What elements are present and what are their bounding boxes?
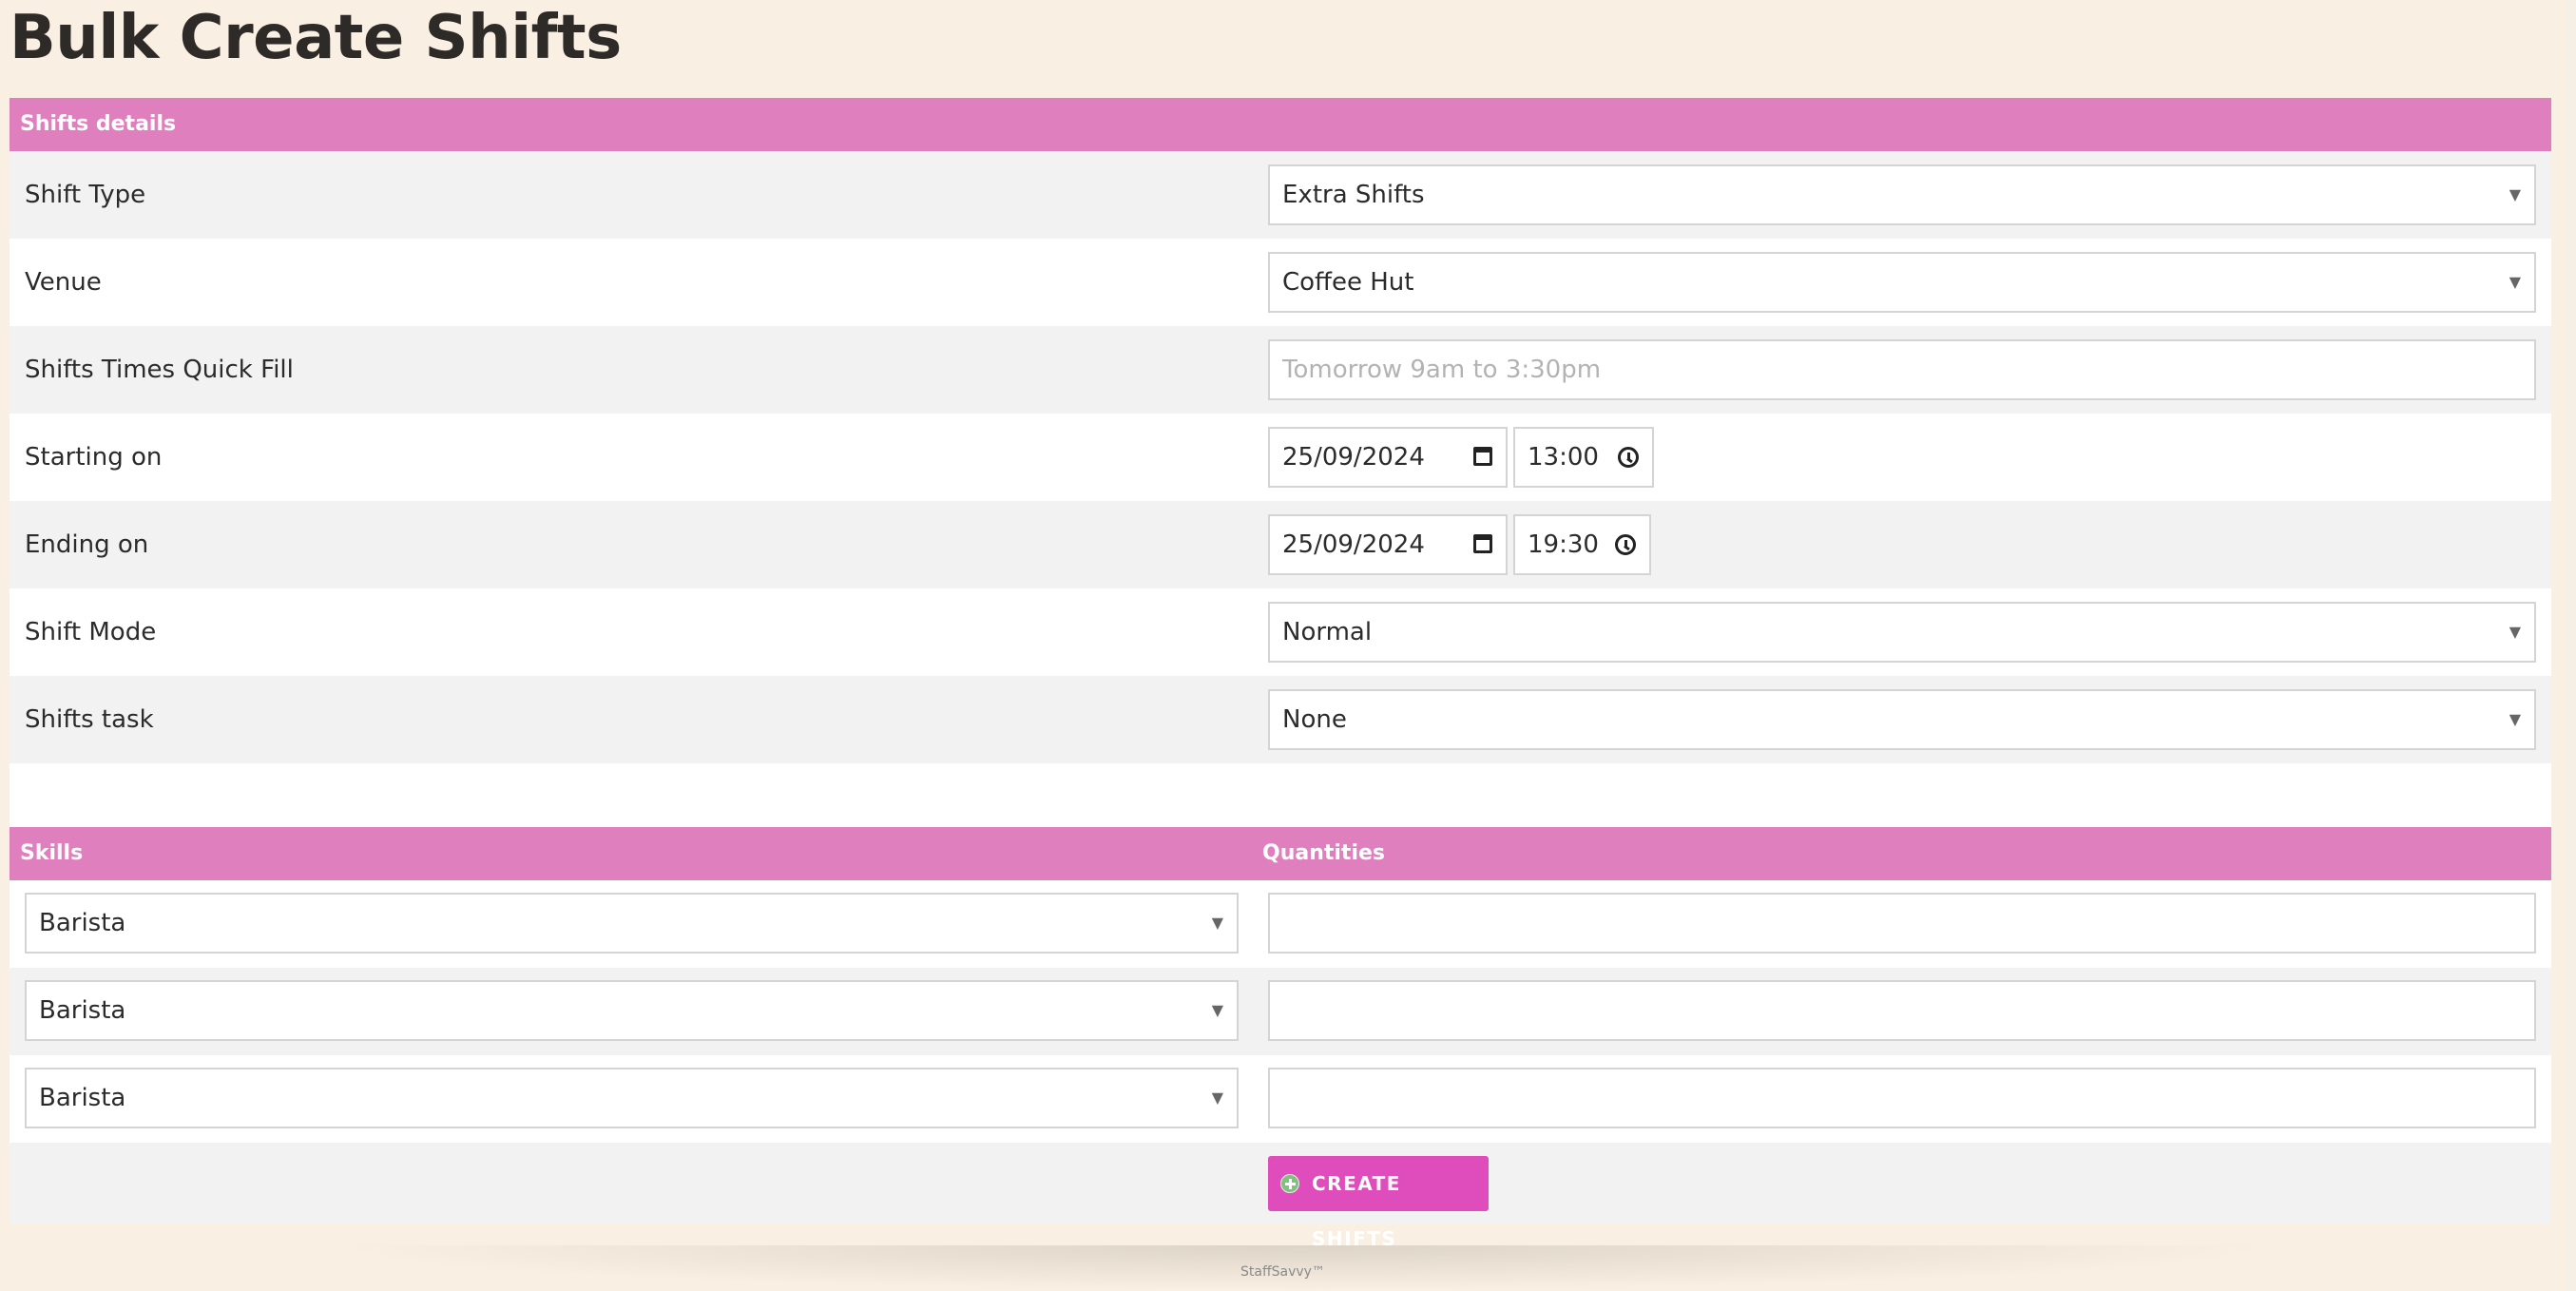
- quantity-input[interactable]: [1268, 893, 2536, 954]
- shift-mode-label: Shift Mode: [25, 618, 157, 646]
- venue-row: Venue Coffee Hut ▼: [10, 239, 2551, 326]
- shifts-task-row: Shifts task None ▼: [10, 676, 2551, 763]
- venue-label: Venue: [25, 268, 102, 297]
- actions-row: CREATE SHIFTS: [10, 1143, 2551, 1250]
- quick-fill-label: Shifts Times Quick Fill: [25, 356, 294, 384]
- create-shifts-label: CREATE SHIFTS: [1312, 1172, 1401, 1250]
- chevron-down-icon: ▼: [1211, 1001, 1223, 1019]
- skill-value: Barista: [39, 909, 126, 937]
- footer-brand: StaffSavvy™: [1240, 1264, 1325, 1280]
- skill-select[interactable]: Barista ▼: [25, 1068, 1239, 1128]
- start-date-value: 25/09/2024: [1282, 443, 1425, 472]
- end-date-value: 25/09/2024: [1282, 530, 1425, 559]
- quick-fill-row: Shifts Times Quick Fill Tomorrow 9am to …: [10, 326, 2551, 414]
- shifts-task-label: Shifts task: [25, 705, 154, 734]
- page-title: Bulk Create Shifts: [10, 3, 622, 73]
- chevron-down-icon: ▼: [2509, 185, 2521, 203]
- shift-type-value: Extra Shifts: [1282, 181, 1425, 209]
- end-time-input[interactable]: 19:30: [1513, 514, 1651, 575]
- shift-details-header-label: Shifts details: [20, 112, 177, 136]
- shift-type-select[interactable]: Extra Shifts ▼: [1268, 164, 2536, 225]
- skill-row: Barista ▼: [10, 880, 2551, 968]
- shift-mode-value: Normal: [1282, 618, 1373, 646]
- shift-mode-select[interactable]: Normal ▼: [1268, 602, 2536, 663]
- quick-fill-placeholder: Tomorrow 9am to 3:30pm: [1282, 356, 1602, 384]
- clock-icon[interactable]: [1615, 534, 1636, 555]
- quantities-header-label: Quantities: [1262, 841, 1386, 865]
- window-edge: [2565, 0, 2576, 1291]
- skill-select[interactable]: Barista ▼: [25, 980, 1239, 1041]
- skills-header-label: Skills: [20, 841, 84, 865]
- chevron-down-icon: ▼: [2509, 273, 2521, 291]
- skill-row: Barista ▼: [10, 968, 2551, 1055]
- calendar-icon[interactable]: [1473, 447, 1492, 466]
- skills-header: Skills Quantities: [10, 827, 2551, 880]
- chevron-down-icon: ▼: [2509, 710, 2521, 728]
- plus-circle-icon: [1280, 1174, 1299, 1193]
- starting-on-row: Starting on 25/09/2024 13:00: [10, 414, 2551, 501]
- shifts-task-value: None: [1282, 705, 1347, 734]
- venue-value: Coffee Hut: [1282, 268, 1414, 297]
- quantity-input[interactable]: [1268, 1068, 2536, 1128]
- shift-type-label: Shift Type: [25, 181, 146, 209]
- start-date-input[interactable]: 25/09/2024: [1268, 427, 1508, 488]
- start-time-value: 13:00: [1528, 443, 1599, 472]
- end-date-input[interactable]: 25/09/2024: [1268, 514, 1508, 575]
- skill-row: Barista ▼: [10, 1055, 2551, 1143]
- ending-on-row: Ending on 25/09/2024 19:30: [10, 501, 2551, 588]
- shift-mode-row: Shift Mode Normal ▼: [10, 588, 2551, 676]
- chevron-down-icon: ▼: [2509, 623, 2521, 641]
- end-time-value: 19:30: [1528, 530, 1599, 559]
- shift-details-header: Shifts details: [10, 98, 2551, 151]
- create-shifts-button[interactable]: CREATE SHIFTS: [1268, 1156, 1489, 1250]
- chevron-down-icon: ▼: [1211, 914, 1223, 932]
- venue-select[interactable]: Coffee Hut ▼: [1268, 252, 2536, 313]
- skill-select[interactable]: Barista ▼: [25, 893, 1239, 954]
- shifts-task-select[interactable]: None ▼: [1268, 689, 2536, 750]
- ending-on-label: Ending on: [25, 530, 149, 559]
- bulk-create-form: Shifts details Shift Type Extra Shifts ▼…: [10, 98, 2551, 1250]
- start-time-input[interactable]: 13:00: [1513, 427, 1654, 488]
- calendar-icon[interactable]: [1473, 534, 1492, 553]
- clock-icon[interactable]: [1618, 447, 1639, 468]
- chevron-down-icon: ▼: [1211, 1089, 1223, 1107]
- quantity-input[interactable]: [1268, 980, 2536, 1041]
- skill-value: Barista: [39, 996, 126, 1025]
- shift-type-row: Shift Type Extra Shifts ▼: [10, 151, 2551, 239]
- starting-on-label: Starting on: [25, 443, 163, 472]
- quick-fill-input[interactable]: Tomorrow 9am to 3:30pm: [1268, 339, 2536, 400]
- skill-value: Barista: [39, 1084, 126, 1112]
